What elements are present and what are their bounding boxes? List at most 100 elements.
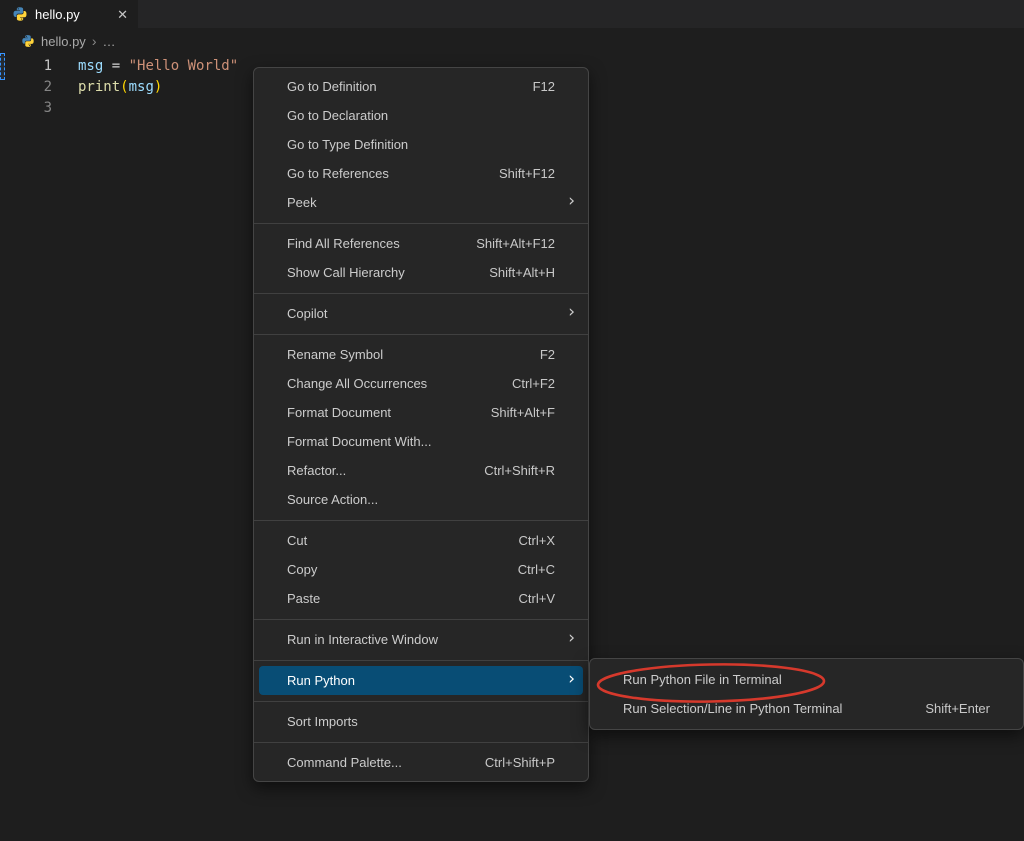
menu-item-label: Sort Imports bbox=[287, 714, 358, 729]
submenu-chevron-icon: › bbox=[568, 193, 575, 210]
menu-item-rename-symbol[interactable]: Rename SymbolF2 bbox=[259, 340, 583, 369]
tab-hello-py[interactable]: hello.py ✕ bbox=[0, 0, 138, 28]
menu-item-shortcut: Ctrl+Shift+P bbox=[485, 755, 575, 770]
menu-item-label: Run Selection/Line in Python Terminal bbox=[623, 701, 842, 716]
menu-item-command-palette[interactable]: Command Palette... Ctrl+Shift+P bbox=[259, 748, 583, 777]
menu-item-go-to-declaration[interactable]: Go to Declaration bbox=[259, 101, 583, 130]
menu-item-shortcut: Shift+Alt+F bbox=[491, 405, 575, 420]
submenu-chevron-icon: › bbox=[568, 671, 575, 688]
menu-separator bbox=[254, 293, 588, 294]
menu-item-shortcut: Ctrl+C bbox=[518, 562, 575, 577]
menu-item-label: Run Python bbox=[287, 673, 355, 688]
line-number: 1 bbox=[0, 56, 52, 77]
menu-item-sort-imports[interactable]: Sort Imports bbox=[259, 707, 583, 736]
menu-item-label: Rename Symbol bbox=[287, 347, 383, 362]
line-number: 2 bbox=[0, 77, 52, 98]
menu-separator bbox=[254, 334, 588, 335]
menu-item-label: Show Call Hierarchy bbox=[287, 265, 405, 280]
menu-item-shortcut: Ctrl+V bbox=[519, 591, 575, 606]
submenu-chevron-icon: › bbox=[568, 304, 575, 321]
menu-item-label: Source Action... bbox=[287, 492, 378, 507]
menu-item-label: Cut bbox=[287, 533, 307, 548]
menu-item-run-python[interactable]: Run Python › bbox=[259, 666, 583, 695]
menu-item-label: Find All References bbox=[287, 236, 400, 251]
menu-item-refactor[interactable]: Refactor... Ctrl+Shift+R bbox=[259, 456, 583, 485]
menu-item-go-to-definition[interactable]: Go to Definition F12 bbox=[259, 72, 583, 101]
menu-separator bbox=[254, 742, 588, 743]
menu-item-right: › bbox=[568, 194, 575, 211]
menu-item-shortcut: F12 bbox=[533, 79, 575, 94]
menu-item-label: Format Document With... bbox=[287, 434, 431, 449]
menu-item-shortcut: Shift+F12 bbox=[499, 166, 575, 181]
close-icon[interactable]: ✕ bbox=[117, 8, 128, 21]
token-bracket: ( bbox=[120, 79, 128, 95]
menu-item-right: › bbox=[568, 305, 575, 322]
menu-item-right: Shift+Alt+H bbox=[489, 265, 575, 280]
menu-item-right: › bbox=[568, 672, 575, 689]
menu-item-run-in-interactive-window[interactable]: Run in Interactive Window › bbox=[259, 625, 583, 654]
menu-item-format-document[interactable]: Format Document Shift+Alt+F bbox=[259, 398, 583, 427]
menu-item-label: Command Palette... bbox=[287, 755, 402, 770]
menu-item-label: Run Python File in Terminal bbox=[623, 672, 782, 687]
menu-item-run-python-file-in-terminal[interactable]: Run Python File in Terminal bbox=[595, 665, 1018, 694]
menu-item-right: Shift+Enter bbox=[925, 701, 1010, 716]
menu-item-change-all-occurrences[interactable]: Change All Occurrences Ctrl+F2 bbox=[259, 369, 583, 398]
menu-item-format-document-with[interactable]: Format Document With... bbox=[259, 427, 583, 456]
chevron-right-icon: › bbox=[92, 33, 97, 49]
menu-item-right: Shift+Alt+F bbox=[491, 405, 575, 420]
menu-item-right: Shift+F12 bbox=[499, 166, 575, 181]
menu-item-run-selection-line-in-python-terminal[interactable]: Run Selection/Line in Python Terminal Shi… bbox=[595, 694, 1018, 723]
menu-item-right: Shift+Alt+F12 bbox=[476, 236, 575, 251]
tab-title: hello.py bbox=[35, 7, 80, 22]
menu-item-shortcut: Ctrl+F2 bbox=[512, 376, 575, 391]
token-bracket: ) bbox=[154, 79, 162, 95]
code-text: print(msg) bbox=[52, 77, 162, 98]
tab-bar: hello.py ✕ bbox=[0, 0, 1024, 28]
menu-item-cut[interactable]: CutCtrl+X bbox=[259, 526, 583, 555]
menu-separator bbox=[254, 223, 588, 224]
menu-item-source-action[interactable]: Source Action... bbox=[259, 485, 583, 514]
menu-item-label: Peek bbox=[287, 195, 317, 210]
menu-item-label: Go to Type Definition bbox=[287, 137, 408, 152]
token-string: "Hello World" bbox=[129, 58, 239, 74]
menu-item-shortcut: Shift+Alt+H bbox=[489, 265, 575, 280]
menu-separator bbox=[254, 619, 588, 620]
menu-item-label: Refactor... bbox=[287, 463, 346, 478]
menu-item-shortcut: Ctrl+Shift+R bbox=[484, 463, 575, 478]
menu-item-go-to-type-definition[interactable]: Go to Type Definition bbox=[259, 130, 583, 159]
token-function: print bbox=[78, 79, 120, 95]
submenu-chevron-icon: › bbox=[568, 630, 575, 647]
breadcrumb[interactable]: hello.py › … bbox=[21, 33, 115, 49]
menu-item-show-call-hierarchy[interactable]: Show Call Hierarchy Shift+Alt+H bbox=[259, 258, 583, 287]
breadcrumb-file[interactable]: hello.py bbox=[41, 34, 86, 49]
breadcrumb-ellipsis[interactable]: … bbox=[102, 34, 115, 49]
context-menu: Go to Definition F12 Go to Declaration Go t… bbox=[253, 67, 589, 782]
menu-item-shortcut: Shift+Alt+F12 bbox=[476, 236, 575, 251]
python-icon bbox=[21, 34, 35, 48]
menu-item-find-all-references[interactable]: Find All References Shift+Alt+F12 bbox=[259, 229, 583, 258]
menu-separator bbox=[254, 520, 588, 521]
menu-item-right: F12 bbox=[533, 79, 575, 94]
menu-item-label: Go to References bbox=[287, 166, 389, 181]
token-variable: msg bbox=[129, 79, 154, 95]
menu-item-label: Paste bbox=[287, 591, 320, 606]
menu-item-right: › bbox=[568, 631, 575, 648]
menu-item-right: Ctrl+F2 bbox=[512, 376, 575, 391]
python-icon bbox=[12, 6, 28, 22]
menu-item-peek[interactable]: Peek › bbox=[259, 188, 583, 217]
menu-item-label: Change All Occurrences bbox=[287, 376, 427, 391]
menu-item-label: Go to Definition bbox=[287, 79, 377, 94]
menu-item-label: Go to Declaration bbox=[287, 108, 388, 123]
menu-item-copilot[interactable]: Copilot› bbox=[259, 299, 583, 328]
code-text bbox=[52, 98, 78, 119]
code-text: msg = "Hello World" bbox=[52, 56, 238, 77]
menu-item-label: Run in Interactive Window bbox=[287, 632, 438, 647]
menu-separator bbox=[254, 660, 588, 661]
menu-item-right: Ctrl+V bbox=[519, 591, 575, 606]
menu-item-paste[interactable]: Paste Ctrl+V bbox=[259, 584, 583, 613]
menu-item-copy[interactable]: CopyCtrl+C bbox=[259, 555, 583, 584]
run-python-submenu: Run Python File in Terminal Run Selection… bbox=[589, 658, 1024, 730]
menu-item-label: Format Document bbox=[287, 405, 391, 420]
menu-item-go-to-references[interactable]: Go to References Shift+F12 bbox=[259, 159, 583, 188]
menu-separator bbox=[254, 701, 588, 702]
